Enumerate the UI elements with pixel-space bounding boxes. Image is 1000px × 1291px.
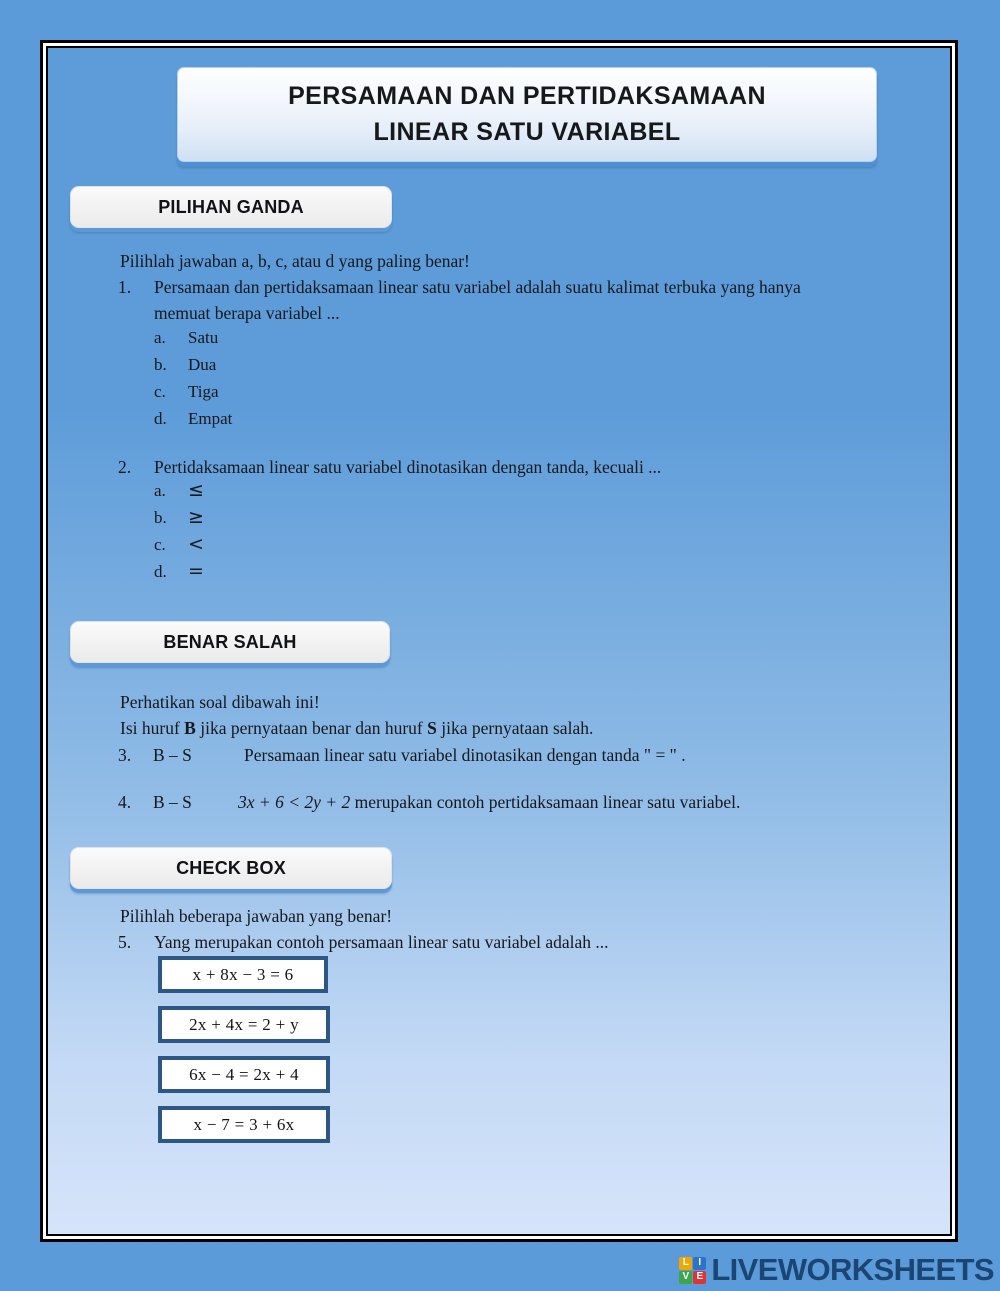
- question-2-option-b-symbol[interactable]: ≥: [188, 506, 204, 528]
- question-4-statement: 3x + 6 < 2y + 2 merupakan contoh pertida…: [238, 789, 740, 816]
- question-5-text: Yang merupakan contoh persamaan linear s…: [154, 932, 609, 952]
- true-false-instruction-1: Perhatikan soal dibawah ini!: [120, 692, 320, 712]
- logo-cell-e: E: [693, 1270, 707, 1284]
- question-4-statement-rest: merupakan contoh pertidaksamaan linear s…: [350, 792, 741, 812]
- worksheet-title-line-2: LINEAR SATU VARIABEL: [373, 117, 681, 146]
- logo-cell-v: V: [679, 1270, 693, 1284]
- question-1-option-a-letter: a.: [154, 328, 166, 347]
- question-2-option-c-letter: c.: [154, 535, 166, 554]
- question-2-option-c-symbol[interactable]: <: [188, 533, 204, 555]
- worksheet-title-line-1: PERSAMAAN DAN PERTIDAKSAMAAN: [288, 82, 766, 110]
- question-1-option-c-text[interactable]: Tiga: [188, 382, 219, 402]
- question-1-text-line-1: Persamaan dan pertidaksamaan linear satu…: [154, 277, 801, 297]
- check-box-choice-1[interactable]: x + 8x − 3 = 6: [158, 956, 328, 993]
- section-header-check-box-label: CHECK BOX: [176, 857, 286, 878]
- section-header-check-box: CHECK BOX: [70, 847, 392, 889]
- section-header-benar-salah: BENAR SALAH: [70, 621, 390, 663]
- section-header-benar-salah-label: BENAR SALAH: [163, 631, 297, 652]
- question-2-text-line-1: Pertidaksamaan linear satu variabel dino…: [154, 457, 662, 477]
- question-2-number: 2.: [118, 457, 132, 477]
- true-false-letter-b: B: [184, 718, 196, 738]
- question-2-option-d-letter: d.: [154, 562, 167, 581]
- question-1-option-d-text[interactable]: Empat: [188, 409, 232, 429]
- true-false-instruction-2: Isi huruf B jika pernyataan benar dan hu…: [120, 715, 593, 742]
- check-box-instruction: Pilihlah beberapa jawaban yang benar!: [120, 906, 393, 926]
- liveworksheets-logo-icon: L I V E: [679, 1256, 707, 1284]
- worksheet-content-area: PERSAMAAN DAN PERTIDAKSAMAAN LINEAR SATU…: [46, 46, 952, 1236]
- check-box-choice-1-label: x + 8x − 3 = 6: [192, 964, 294, 984]
- question-1-text-line-2: memuat berapa variabel ...: [154, 303, 340, 323]
- section-header-pilihan-ganda: PILIHAN GANDA: [70, 186, 392, 228]
- check-box-choice-3[interactable]: 6x − 4 = 2x + 4: [158, 1056, 330, 1093]
- logo-cell-i: I: [693, 1256, 707, 1270]
- question-2-option-a-letter: a.: [154, 481, 166, 500]
- question-3-answer-slot[interactable]: B – S: [153, 742, 192, 769]
- question-2-option-a-symbol[interactable]: ≤: [188, 479, 204, 501]
- question-1-option-b-letter: b.: [154, 355, 167, 374]
- question-2-option-b-letter: b.: [154, 508, 167, 527]
- true-false-instruction-2-part-3: jika pernyataan salah.: [436, 718, 594, 738]
- check-box-choice-2-label: 2x + 4x = 2 + y: [189, 1014, 299, 1034]
- footer-bar: L I V E LIVEWORKSHEETS: [0, 1249, 1000, 1291]
- worksheet-title-banner: PERSAMAAN DAN PERTIDAKSAMAAN LINEAR SATU…: [177, 67, 877, 162]
- question-2-option-d-symbol[interactable]: =: [188, 560, 204, 582]
- multiple-choice-instruction: Pilihlah jawaban a, b, c, atau d yang pa…: [120, 251, 470, 271]
- check-box-choice-3-label: 6x − 4 = 2x + 4: [189, 1064, 299, 1084]
- check-box-choice-4[interactable]: x − 7 = 3 + 6x: [158, 1106, 330, 1143]
- question-1-option-d-letter: d.: [154, 409, 167, 428]
- true-false-letter-s: S: [427, 718, 437, 738]
- question-4-statement-math: 3x + 6 < 2y + 2: [238, 792, 351, 812]
- question-1-option-c-letter: c.: [154, 382, 166, 401]
- liveworksheets-logo[interactable]: L I V E LIVEWORKSHEETS: [679, 1252, 995, 1288]
- question-1-number: 1.: [118, 277, 132, 297]
- logo-cell-l: L: [679, 1256, 693, 1270]
- question-3-statement: Persamaan linear satu variabel dinotasik…: [244, 745, 686, 765]
- question-3-number: 3.: [118, 745, 132, 765]
- check-box-choice-2[interactable]: 2x + 4x = 2 + y: [158, 1006, 330, 1043]
- liveworksheets-brand-text: LIVEWORKSHEETS: [711, 1252, 994, 1287]
- question-1-option-a-text[interactable]: Satu: [188, 328, 218, 348]
- question-4-number: 4.: [118, 792, 132, 812]
- question-1-option-b-text[interactable]: Dua: [188, 355, 216, 375]
- question-4-answer-slot[interactable]: B – S: [153, 789, 192, 816]
- check-box-choice-4-label: x − 7 = 3 + 6x: [193, 1114, 295, 1134]
- question-5-number: 5.: [118, 932, 132, 952]
- true-false-instruction-2-part-2: jika pernyataan benar dan huruf: [195, 718, 428, 738]
- true-false-instruction-2-part-1: Isi huruf: [120, 718, 185, 738]
- section-header-pilihan-ganda-label: PILIHAN GANDA: [158, 196, 304, 217]
- worksheet-page-frame: PERSAMAAN DAN PERTIDAKSAMAAN LINEAR SATU…: [40, 40, 958, 1242]
